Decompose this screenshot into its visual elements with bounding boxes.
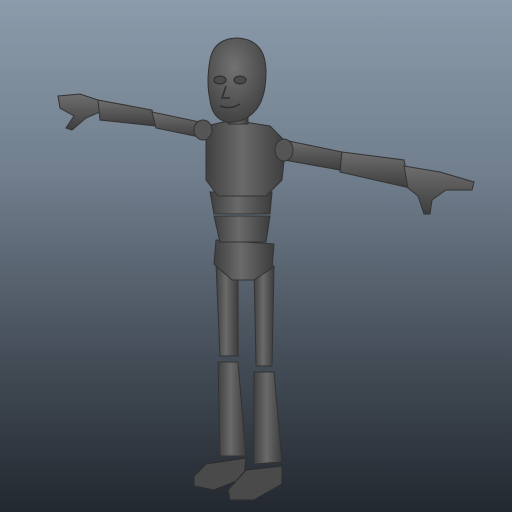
- right-upper-arm[interactable]: [283, 139, 343, 171]
- right-thigh[interactable]: [253, 265, 275, 367]
- right-forearm[interactable]: [339, 151, 411, 189]
- right-shin[interactable]: [253, 371, 283, 465]
- right-hand[interactable]: [403, 165, 475, 215]
- left-leg[interactable]: [193, 263, 247, 491]
- chest[interactable]: [205, 119, 287, 197]
- abdomen-lower[interactable]: [213, 215, 271, 243]
- left-shoulder-joint[interactable]: [193, 119, 213, 141]
- left-hand[interactable]: [57, 93, 101, 131]
- head[interactable]: [207, 37, 267, 123]
- right-arm[interactable]: [283, 139, 475, 215]
- mannequin-model[interactable]: [0, 0, 512, 512]
- left-shin[interactable]: [217, 361, 247, 457]
- left-arm[interactable]: [57, 93, 205, 139]
- right-eye: [233, 75, 247, 85]
- right-shoulder-joint[interactable]: [274, 138, 294, 162]
- 3d-viewport[interactable]: [0, 0, 512, 512]
- left-forearm[interactable]: [97, 99, 157, 127]
- left-eye: [213, 75, 227, 85]
